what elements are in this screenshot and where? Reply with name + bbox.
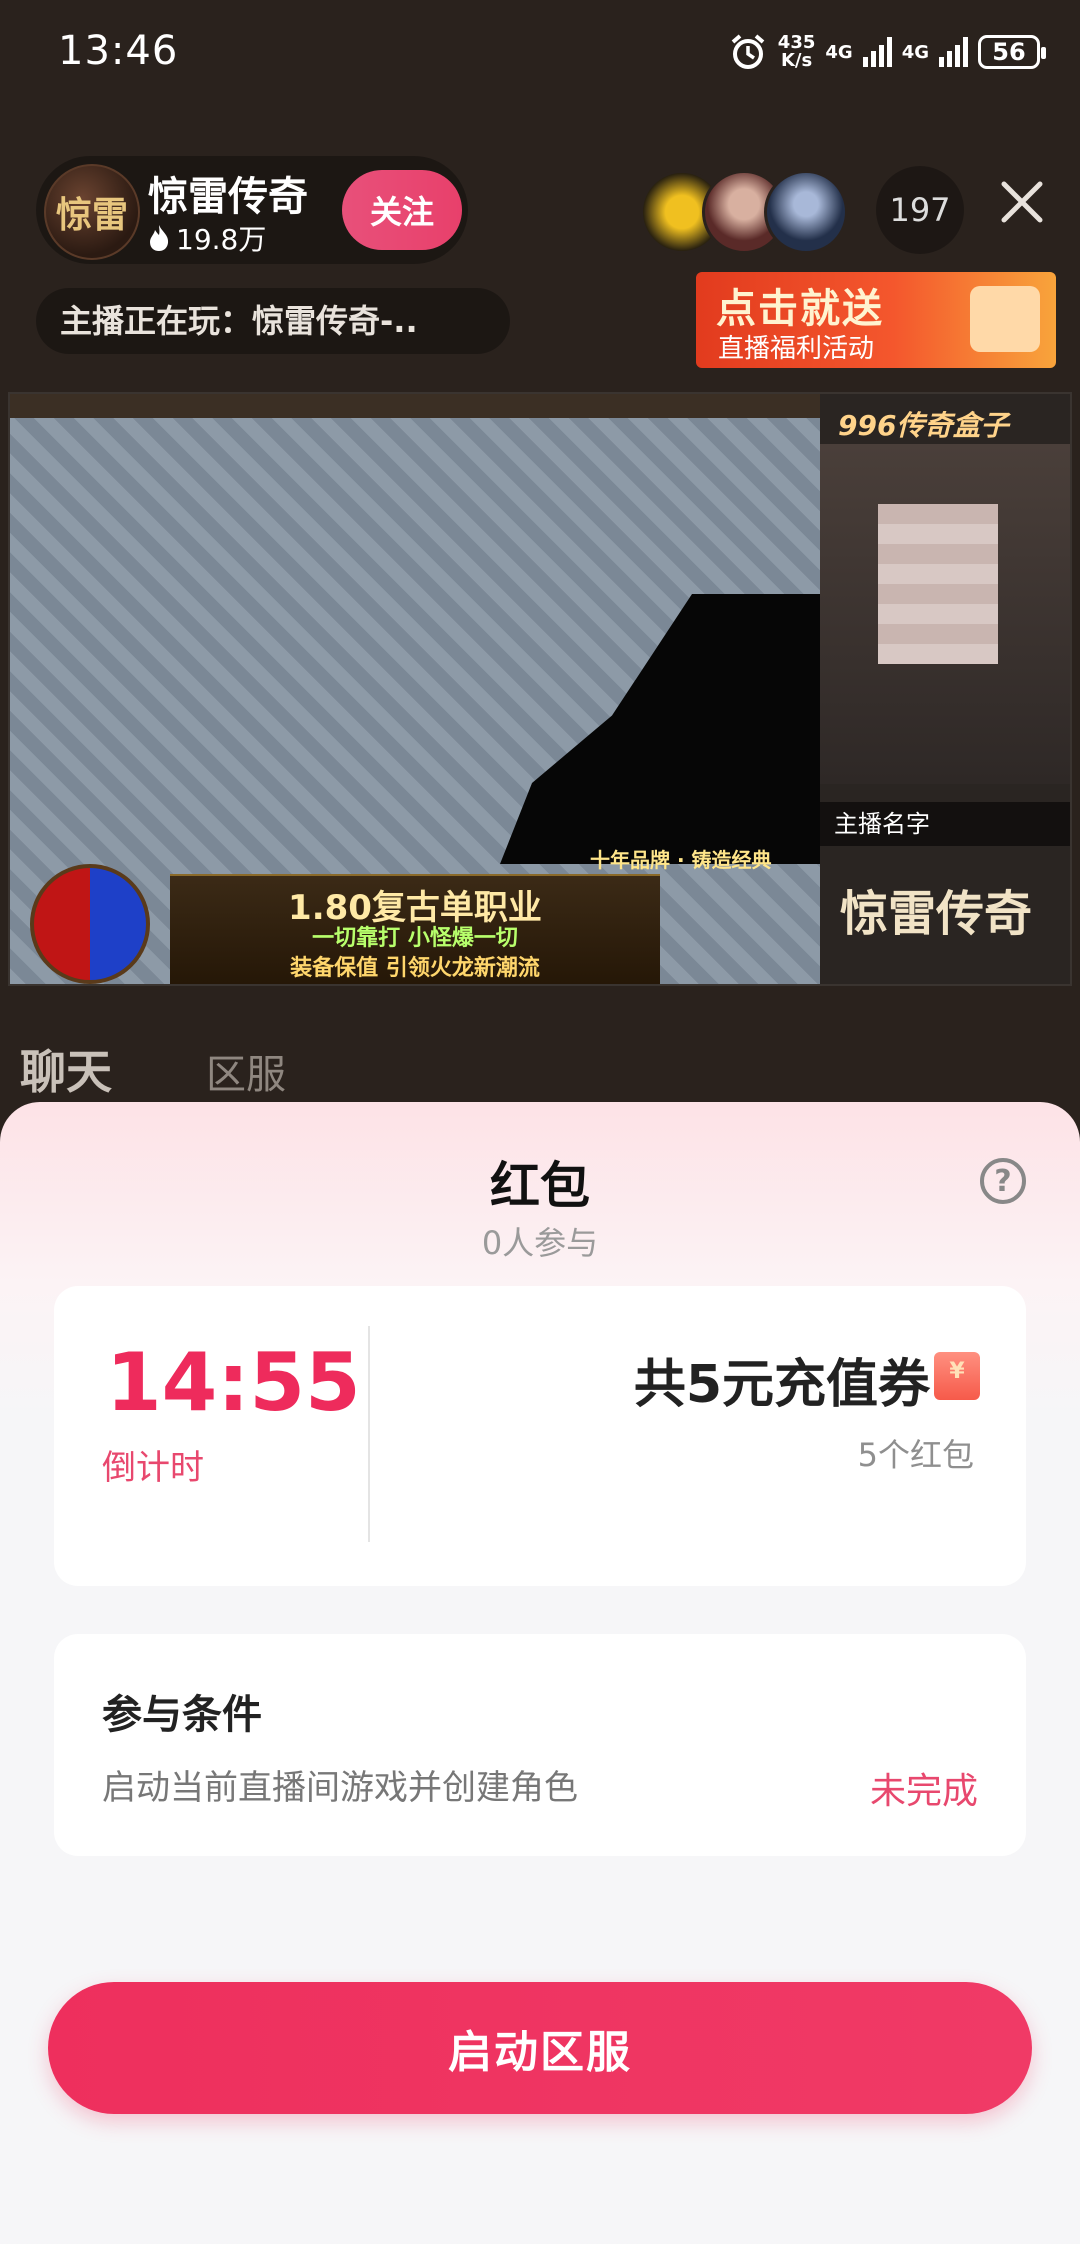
game-slogan: 十年品牌 · 铸造经典 [590, 848, 772, 872]
condition-text: 启动当前直播间游戏并创建角色 [102, 1768, 578, 1808]
tab-chat[interactable]: 聊天 [20, 1036, 112, 1102]
countdown-timer: 14:55 [106, 1336, 361, 1429]
status-time: 13:46 [58, 28, 179, 74]
heat-count: 19.8万 [148, 218, 266, 258]
game-top-bar [10, 394, 820, 418]
flame-icon [150, 225, 169, 251]
close-icon[interactable] [996, 176, 1048, 228]
camera-name-label: 主播名字 [820, 802, 1070, 846]
red-envelope-sheet: 红包 0人参与 ? 14:55 倒计时 共5元充值券 ¥ 5个红包 参与条件 启… [0, 1102, 1080, 2244]
voucher-total: 共5元充值券 [633, 1355, 930, 1415]
follow-button[interactable]: 关注 [342, 170, 462, 250]
card-divider [368, 1326, 370, 1542]
battery-level: 56 [992, 38, 1026, 66]
launch-server-button[interactable]: 启动区服 [48, 1982, 1032, 2114]
streamer-name: 惊雷传奇 [148, 174, 308, 220]
promo-subtitle: 直播福利活动 [718, 334, 875, 364]
promo-title: 点击就送 [716, 286, 884, 332]
help-icon[interactable]: ? [980, 1158, 1026, 1204]
network-speed: 435 K/s [778, 34, 816, 70]
red-envelope-icon: ¥ [934, 1352, 980, 1400]
sim1-label: 4G [825, 41, 853, 63]
streamer-info-pill[interactable]: 惊雷 惊雷传奇 19.8万 关注 [36, 156, 468, 264]
network-speed-unit: K/s [780, 50, 813, 71]
status-bar: 13:46 435 K/s 4G 4G 56 [0, 0, 1080, 110]
now-playing-banner[interactable]: 主播正在玩：惊雷传奇-.. [36, 288, 510, 354]
camera-game-logo: 惊雷传奇 [840, 886, 1033, 942]
status-icons: 435 K/s 4G 4G 56 [728, 28, 1046, 76]
sim2-label: 4G [901, 41, 929, 63]
live-video[interactable]: 十年品牌 · 铸造经典 1.80复古单职业 一切靠打 小怪爆一切 装备保值 引领… [8, 392, 1072, 986]
viewer-avatar[interactable] [764, 170, 848, 254]
promo-banner[interactable]: 点击就送 直播福利活动 [696, 272, 1056, 368]
condition-card: 参与条件 启动当前直播间游戏并创建角色 未完成 [54, 1634, 1026, 1856]
gift-icon [970, 286, 1040, 352]
tab-server[interactable]: 区服 [206, 1042, 286, 1100]
battery-icon: 56 [978, 35, 1046, 69]
signal-icon-2 [939, 37, 968, 67]
streamer-camera: 996传奇盒子 主播名字 惊雷传奇 [820, 394, 1070, 984]
viewer-count[interactable]: 197 [876, 166, 964, 254]
signal-icon [862, 37, 892, 67]
condition-title: 参与条件 [102, 1692, 262, 1738]
blurred-face [878, 504, 998, 664]
game-ad-banner: 1.80复古单职业 一切靠打 小怪爆一切 装备保值 引领火龙新潮流 [170, 874, 660, 984]
alarm-icon [731, 34, 765, 69]
countdown-label: 倒计时 [102, 1448, 204, 1488]
viewer-avatars[interactable] [640, 170, 848, 254]
game-banner-line3: 装备保值 引领火龙新潮流 [290, 956, 540, 981]
condition-status: 未完成 [869, 1771, 978, 1812]
envelope-card: 14:55 倒计时 共5元充值券 ¥ 5个红包 [54, 1286, 1026, 1586]
sheet-title: 红包 [490, 1157, 590, 1215]
hp-mp-orb [30, 864, 150, 984]
participant-count: 0人参与 [481, 1224, 599, 1262]
streamer-avatar[interactable]: 惊雷 [44, 164, 140, 260]
avatar-text: 惊雷 [55, 195, 128, 236]
game-banner-line2: 一切靠打 小怪爆一切 [312, 926, 518, 951]
heat-value: 19.8万 [176, 223, 267, 256]
camera-brand: 996传奇盒子 [838, 409, 1009, 442]
envelope-count: 5个红包 [857, 1436, 974, 1474]
camera-feed [820, 444, 1070, 784]
